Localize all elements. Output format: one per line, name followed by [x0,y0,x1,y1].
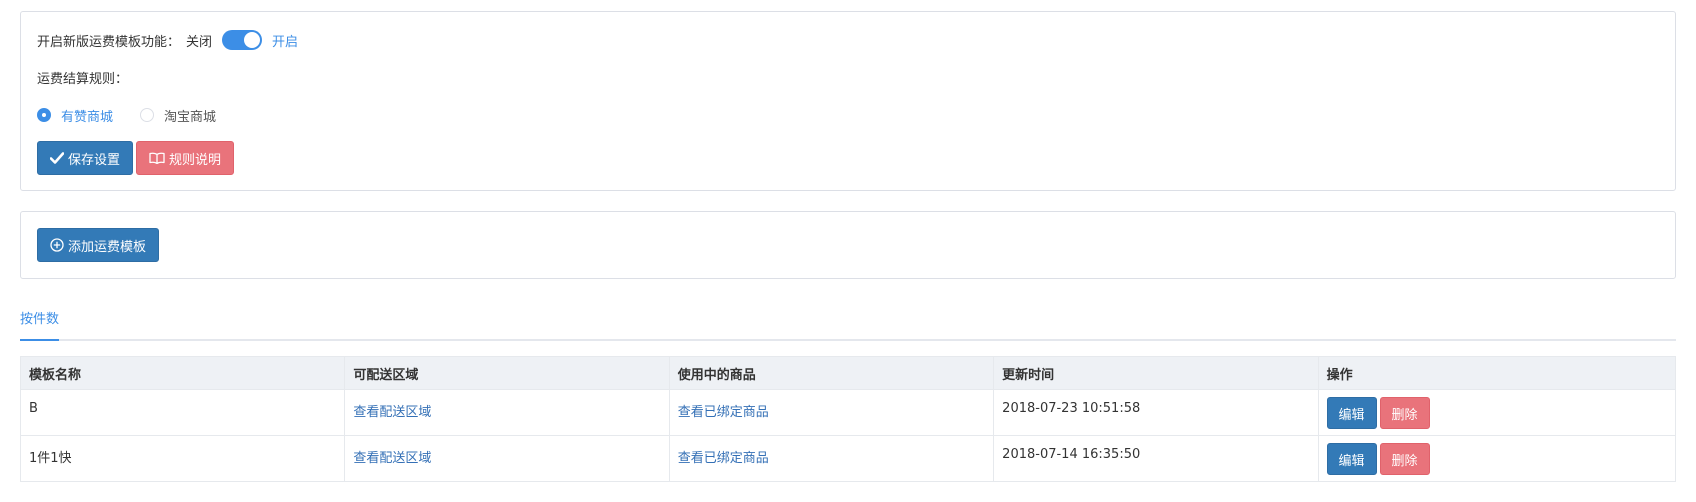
template-toggle-row: 开启新版运费模板功能： 关闭 开启 [37,29,298,51]
delete-button[interactable]: 删除 [1379,397,1430,429]
goods-cell: 查看已绑定商品 [668,389,995,436]
shipping-template-table: 模板名称 可配送区域 使用中的商品 更新时间 操作 B 查看配送区域 查看已绑定… [19,356,1677,482]
table-header-row: 模板名称 可配送区域 使用中的商品 更新时间 操作 [19,356,1677,390]
radio-youzan[interactable]: 有赞商城 [37,106,113,125]
plus-circle-icon [50,238,64,252]
template-name-cell: 1件1快 [19,435,346,482]
add-template-button[interactable]: 添加运费模板 [37,228,160,262]
template-name-cell: B [19,389,346,436]
view-area-link[interactable]: 查看配送区域 [353,451,431,466]
column-header: 使用中的商品 [668,356,995,390]
check-icon [50,152,64,164]
rule-radio-group: 有赞商城 淘宝商城 [37,105,216,125]
add-template-panel: 添加运费模板 [20,211,1676,279]
book-icon [149,152,165,164]
toggle-label: 开启新版运费模板功能： [37,34,181,50]
area-cell: 查看配送区域 [344,389,670,436]
save-settings-button[interactable]: 保存设置 [37,141,134,175]
updated-time-cell: 2018-07-23 10:51:58 [993,389,1319,436]
switch-knob [244,32,261,48]
radio-label: 淘宝商城 [164,109,217,125]
radio-taobao[interactable]: 淘宝商城 [140,106,216,125]
column-header: 更新时间 [993,356,1319,390]
edit-button[interactable]: 编辑 [1326,443,1377,475]
view-goods-link[interactable]: 查看已绑定商品 [678,451,769,466]
edit-button[interactable]: 编辑 [1326,397,1377,429]
toggle-off-text: 关闭 [186,34,213,50]
table-row: B 查看配送区域 查看已绑定商品 2018-07-23 10:51:58 编辑删… [19,389,1677,436]
rules-help-button[interactable]: 规则说明 [136,141,235,175]
view-goods-link[interactable]: 查看已绑定商品 [678,405,769,420]
add-template-label: 添加运费模板 [68,239,147,255]
toggle-on-text: 开启 [272,34,299,50]
settings-button-row: 保存设置 规则说明 [37,141,235,175]
rule-title: 运费结算规则： [37,72,129,87]
new-template-switch[interactable] [222,30,263,50]
radio-dot [140,108,155,122]
table-row: 1件1快 查看配送区域 查看已绑定商品 2018-07-14 16:35:50 … [19,435,1677,482]
shipping-settings-panel: 开启新版运费模板功能： 关闭 开启 运费结算规则： 有赞商城 淘宝商城 保存设置… [20,11,1676,191]
save-settings-label: 保存设置 [68,152,121,168]
column-header: 可配送区域 [344,356,670,390]
area-cell: 查看配送区域 [344,435,670,482]
radio-label: 有赞商城 [61,109,114,125]
column-header: 操作 [1317,356,1677,390]
delete-button[interactable]: 删除 [1379,443,1430,475]
column-header: 模板名称 [19,356,346,390]
goods-cell: 查看已绑定商品 [668,435,995,482]
radio-dot [37,108,51,122]
actions-cell: 编辑 删除 [1317,435,1677,482]
tab-bar: 按件数 [20,297,1676,341]
tab-by-quantity[interactable]: 按件数 [20,308,60,341]
updated-time-cell: 2018-07-14 16:35:50 [993,435,1319,482]
rules-help-label: 规则说明 [169,152,222,168]
view-area-link[interactable]: 查看配送区域 [353,405,431,420]
actions-cell: 编辑 删除 [1317,389,1677,436]
